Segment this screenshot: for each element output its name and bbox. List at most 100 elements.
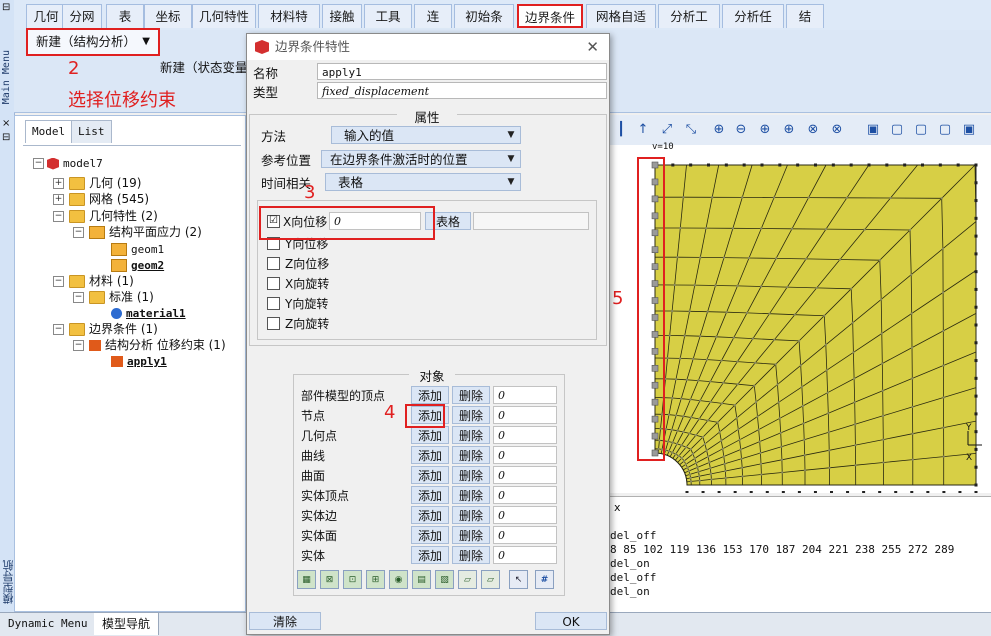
- ref-position-select[interactable]: 在边界条件激活时的位置 ▼: [321, 150, 521, 168]
- close-icon[interactable]: ×: [2, 118, 10, 129]
- graphics-viewport[interactable]: v=10 Y X: [610, 142, 991, 494]
- cube-icon[interactable]: ▢: [936, 122, 954, 138]
- y-rot-checkbox[interactable]: [267, 297, 280, 310]
- mesh-node: [733, 404, 736, 407]
- end-list-icon[interactable]: #: [535, 570, 554, 589]
- tab-initial-conditions[interactable]: 初始条件: [454, 4, 514, 48]
- rotate-icon[interactable]: ⊗: [828, 122, 846, 138]
- pick-cursor-icon[interactable]: ↖: [509, 570, 528, 589]
- tab-boundary-conditions[interactable]: 边界条件: [517, 4, 583, 28]
- remove-object-button[interactable]: 删除: [452, 526, 490, 544]
- tab-mesh[interactable]: 分网: [62, 4, 102, 28]
- new-state-button[interactable]: 新建（状态变量: [160, 57, 248, 76]
- name-field[interactable]: apply1: [317, 63, 607, 80]
- tree-item-root[interactable]: model7: [47, 154, 103, 172]
- rotate-icon[interactable]: ⊕: [756, 122, 774, 138]
- tree-item-apply1[interactable]: apply1: [111, 352, 167, 370]
- tab-mesh-adaptivity[interactable]: 网格自适应: [586, 4, 656, 48]
- expand-toggle[interactable]: +: [53, 194, 64, 205]
- pointer-icon[interactable]: ┃: [612, 122, 630, 138]
- tab-list[interactable]: List: [71, 120, 112, 143]
- rotate-icon[interactable]: ⊕: [710, 122, 728, 138]
- add-object-button[interactable]: 添加: [411, 446, 449, 464]
- tab-material-props[interactable]: 材料特性: [258, 4, 320, 48]
- collapse-toggle[interactable]: −: [33, 158, 44, 169]
- pin-icon[interactable]: ⊟: [2, 2, 10, 13]
- remove-object-button[interactable]: 删除: [452, 486, 490, 504]
- cube-icon[interactable]: ▢: [912, 122, 930, 138]
- close-icon[interactable]: ✕: [586, 34, 599, 60]
- z-rot-checkbox[interactable]: [267, 317, 280, 330]
- collapse-toggle[interactable]: −: [53, 324, 64, 335]
- new-bc-dropdown[interactable]: 新建（结构分析） ▼: [26, 28, 160, 56]
- tree-item-mesh[interactable]: 网格 (545): [69, 190, 149, 208]
- tab-dynamic-menu[interactable]: Dynamic Menu: [0, 613, 97, 635]
- select-plane-icon[interactable]: ▱: [458, 570, 477, 589]
- add-object-button[interactable]: 添加: [411, 546, 449, 564]
- tab-results[interactable]: 结果: [786, 4, 824, 48]
- cube-icon[interactable]: ▣: [960, 122, 978, 138]
- cube-icon[interactable]: ▢: [888, 122, 906, 138]
- select-all-icon[interactable]: ▦: [297, 570, 316, 589]
- rotate-icon[interactable]: ⊖: [732, 122, 750, 138]
- remove-object-button[interactable]: 删除: [452, 426, 490, 444]
- z-disp-checkbox[interactable]: [267, 257, 280, 270]
- remove-object-button[interactable]: 删除: [452, 506, 490, 524]
- tree-item-plane-stress[interactable]: 结构平面应力 (2): [89, 223, 202, 241]
- arrow-up-icon[interactable]: ↑: [634, 122, 652, 138]
- mesh-drawing: [651, 161, 982, 494]
- tab-coordinate[interactable]: 坐标系: [144, 4, 192, 48]
- expand-toggle[interactable]: +: [53, 178, 64, 189]
- cube-icon[interactable]: ▣: [864, 122, 882, 138]
- tab-tables[interactable]: 表格: [106, 4, 144, 48]
- mesh-node: [778, 417, 781, 420]
- tab-model-navigator[interactable]: 模型导航: [94, 613, 160, 635]
- tab-jobs[interactable]: 分析任务: [722, 4, 784, 48]
- select-poly-icon[interactable]: ⊡: [343, 570, 362, 589]
- tab-links[interactable]: 连接: [414, 4, 452, 48]
- rotate-icon[interactable]: ⊗: [804, 122, 822, 138]
- tab-toolbox[interactable]: 工具箱: [364, 4, 412, 48]
- time-dependent-select[interactable]: 表格 ▼: [325, 173, 521, 191]
- collapse-toggle[interactable]: −: [73, 227, 84, 238]
- collapse-toggle[interactable]: −: [73, 340, 84, 351]
- add-object-button[interactable]: 添加: [411, 526, 449, 544]
- select-grid-icon[interactable]: ▤: [412, 570, 431, 589]
- tab-model[interactable]: Model: [25, 120, 73, 143]
- method-select[interactable]: 输入的值 ▼: [331, 126, 521, 144]
- clear-button[interactable]: 清除: [249, 612, 321, 630]
- add-object-button[interactable]: 添加: [411, 466, 449, 484]
- diag-arrow-icon[interactable]: ⤢: [658, 122, 676, 138]
- remove-object-button[interactable]: 删除: [452, 386, 490, 404]
- add-object-button[interactable]: 添加: [411, 386, 449, 404]
- collapse-toggle[interactable]: −: [73, 292, 84, 303]
- remove-object-button[interactable]: 删除: [452, 446, 490, 464]
- add-object-button[interactable]: 添加: [411, 426, 449, 444]
- remove-object-button[interactable]: 删除: [452, 546, 490, 564]
- add-object-button[interactable]: 添加: [411, 506, 449, 524]
- ok-button[interactable]: OK: [535, 612, 607, 630]
- select-path-icon[interactable]: ⊞: [366, 570, 385, 589]
- tab-load-cases[interactable]: 分析工况: [658, 4, 720, 48]
- x-rot-checkbox[interactable]: [267, 277, 280, 290]
- x-disp-table-field[interactable]: [473, 212, 589, 230]
- select-plane-icon[interactable]: ▱: [481, 570, 500, 589]
- collapse-toggle[interactable]: −: [53, 276, 64, 287]
- select-face-icon[interactable]: ▧: [435, 570, 454, 589]
- diag-arrow-icon[interactable]: ⤡: [682, 122, 700, 138]
- restore-icon[interactable]: ⊟: [2, 132, 10, 143]
- select-box-icon[interactable]: ⊠: [320, 570, 339, 589]
- select-point-icon[interactable]: ◉: [389, 570, 408, 589]
- mesh-node: [676, 442, 679, 445]
- collapse-toggle[interactable]: −: [53, 211, 64, 222]
- add-object-button[interactable]: 添加: [411, 486, 449, 504]
- close-icon[interactable]: x: [614, 501, 621, 514]
- remove-object-button[interactable]: 删除: [452, 466, 490, 484]
- main-menu-label[interactable]: Main Menu: [1, 50, 12, 104]
- remove-object-button[interactable]: 删除: [452, 406, 490, 424]
- tab-geometry[interactable]: 几何: [26, 4, 66, 28]
- rotate-icon[interactable]: ⊕: [780, 122, 798, 138]
- tab-contact[interactable]: 接触: [322, 4, 362, 28]
- mesh-node: [710, 478, 713, 481]
- tab-geom-props[interactable]: 几何特性: [192, 4, 256, 28]
